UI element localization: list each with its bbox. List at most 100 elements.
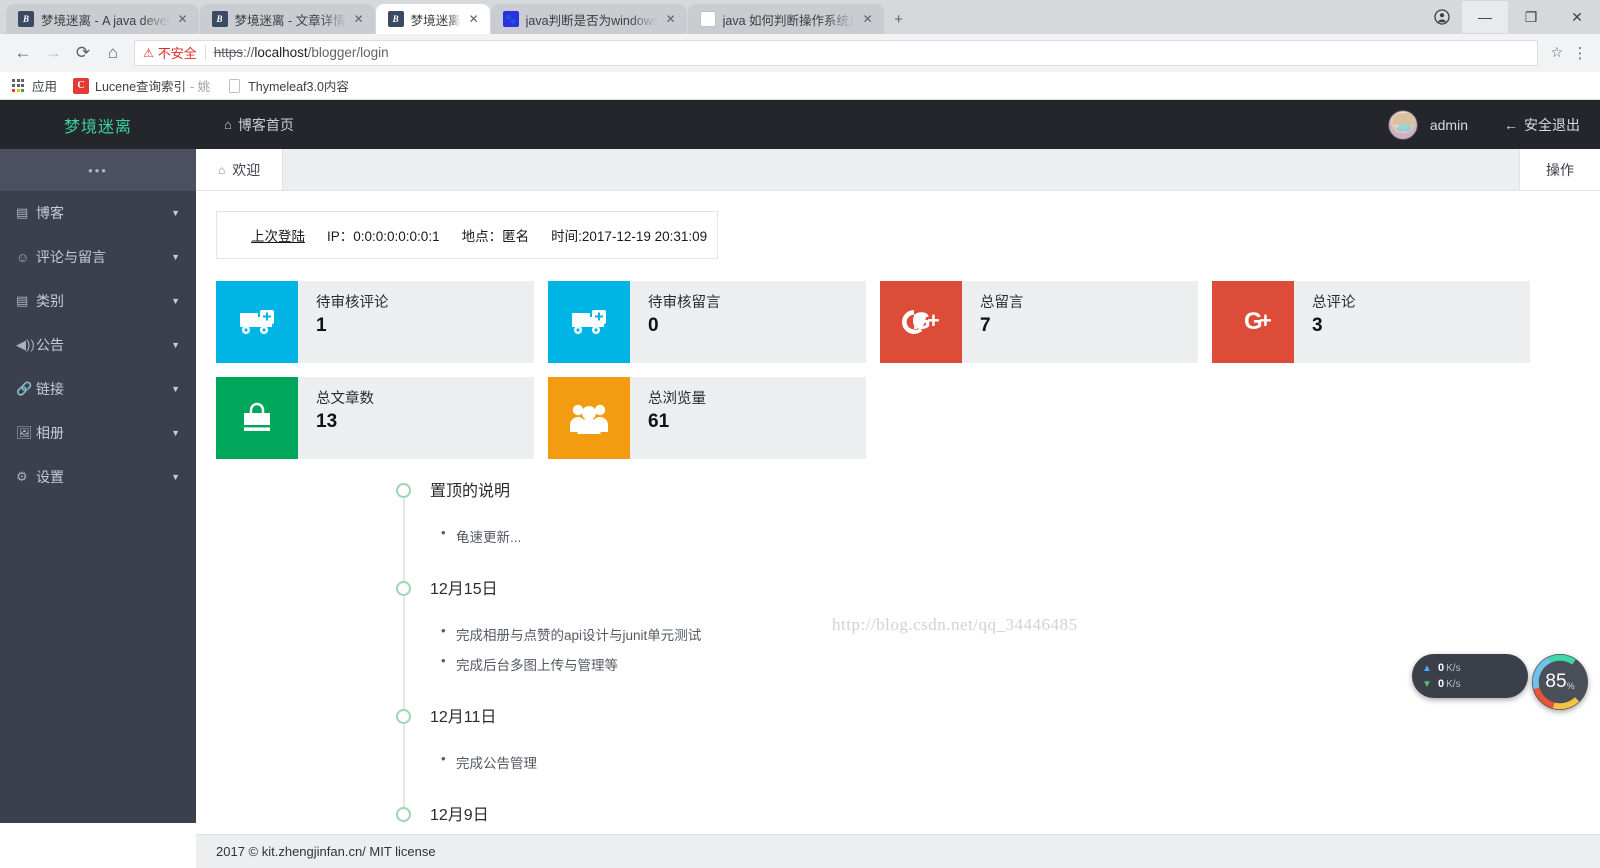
address-bar[interactable]: ⚠ 不安全 https://localhost/blogger/login: [134, 39, 1539, 66]
stat-card-value: 0: [648, 314, 659, 336]
blog-favicon-icon: B: [387, 11, 404, 27]
stat-card-pending-comments[interactable]: 待审核评论 1: [216, 281, 534, 363]
page-footer: 2017 © kit.zhengjinfan.cn/ MIT license: [196, 834, 1600, 868]
sidebar: ••• ▤ 博客 ▼ ☺ 评论与留言 ▼ ▤ 类别 ▼ ◀)) 公告 ▼ 🔗 链…: [0, 149, 196, 823]
content-scroll-area[interactable]: 上次登陆 IP：0:0:0:0:0:0:0:1 地点：匿名 时间:2017-12…: [196, 191, 1600, 823]
sidebar-item-category[interactable]: ▤ 类别 ▼: [0, 279, 196, 323]
timeline-heading: 12月9日: [430, 807, 489, 823]
list-item: 龟速更新...: [441, 521, 1600, 551]
tab-close-icon[interactable]: ✕: [351, 11, 367, 27]
bookmarks-bar: 应用 C Lucene查询索引 - 姚 Thymeleaf3.0内容: [0, 72, 1600, 100]
timeline-item: 12月9日 富文本加载初始化信息有bug: [396, 801, 1600, 823]
bookmark-star-icon[interactable]: ☆: [1545, 44, 1568, 61]
last-login-bar: 上次登陆 IP：0:0:0:0:0:0:0:1 地点：匿名 时间:2017-12…: [216, 211, 718, 259]
list-item: 完成相册与点赞的api设计与junit单元测试: [441, 619, 1600, 649]
tab-close-icon[interactable]: ✕: [860, 11, 876, 27]
stat-card-body: 待审核留言 0: [630, 281, 721, 363]
url-scheme: https: [213, 45, 244, 60]
window-close-button[interactable]: ✕: [1554, 1, 1600, 33]
sidebar-collapse-toggle[interactable]: •••: [0, 149, 196, 191]
window-maximize-button[interactable]: ❐: [1508, 1, 1554, 33]
tab-label: 欢迎: [232, 161, 261, 178]
sidebar-item-label: 链接: [36, 381, 64, 397]
warning-triangle-icon: ⚠: [143, 45, 154, 60]
window-minimize-button[interactable]: —: [1462, 1, 1508, 33]
network-speed-widget[interactable]: ▲ 0 K/s ▼ 0 K/s: [1412, 654, 1528, 698]
profile-icon[interactable]: [1422, 1, 1462, 33]
browser-tab[interactable]: 🐾 java判断是否为windows ✕: [490, 4, 687, 34]
stat-card-total-articles[interactable]: 总文章数 13: [216, 377, 534, 459]
arrow-down-icon: ▼: [1422, 678, 1432, 690]
tab-welcome[interactable]: ⌂ 欢迎: [196, 149, 284, 190]
tab-title: java判断是否为windows: [525, 13, 658, 28]
clipboard-icon: ▤: [16, 205, 29, 220]
bookmark-label: Lucene查询索引: [95, 80, 187, 94]
timeline-entry-list: 龟速更新...: [430, 511, 1600, 575]
stat-card-total-messages[interactable]: G + 总留言 7: [880, 281, 1198, 363]
sidebar-item-links[interactable]: 🔗 链接 ▼: [0, 367, 196, 411]
stat-card-value: 3: [1312, 314, 1323, 336]
stat-card-total-comments[interactable]: G + 总评论 3: [1212, 281, 1530, 363]
security-warning[interactable]: ⚠ 不安全: [143, 43, 197, 62]
browser-tab[interactable]: B 梦境迷离 - 文章详情 ✕: [199, 4, 375, 34]
chevron-down-icon: ▼: [171, 384, 180, 394]
security-label: 不安全: [157, 46, 197, 61]
sidebar-item-label: 博客: [36, 205, 64, 221]
timeline-item: 置顶的说明 龟速更新...: [396, 477, 1600, 575]
link-icon: 🔗: [16, 381, 33, 396]
stat-card-body: 总浏览量 61: [630, 377, 706, 459]
operations-button[interactable]: 操作: [1519, 149, 1600, 190]
document-icon: [226, 78, 242, 94]
bookmark-apps[interactable]: 应用: [10, 76, 57, 95]
sidebar-item-settings[interactable]: ⚙ 设置 ▼: [0, 455, 196, 499]
gauge-unit: %: [1566, 680, 1575, 691]
app-body: ••• ▤ 博客 ▼ ☺ 评论与留言 ▼ ▤ 类别 ▼ ◀)) 公告 ▼ 🔗 链…: [0, 149, 1600, 823]
browser-tab[interactable]: B 梦境迷离 - A java devel ✕: [6, 4, 199, 34]
username-label[interactable]: admin: [1430, 117, 1468, 133]
ambulance-icon: [548, 281, 630, 363]
stat-card-pending-messages[interactable]: 待审核留言 0: [548, 281, 866, 363]
chevron-down-icon: ▼: [171, 296, 180, 306]
cpu-usage-gauge[interactable]: 85 %: [1532, 654, 1588, 710]
stat-card-body: 总文章数 13: [298, 377, 374, 459]
tab-close-icon[interactable]: ✕: [175, 11, 191, 27]
sidebar-item-blog[interactable]: ▤ 博客 ▼: [0, 191, 196, 235]
bookmark-thymeleaf[interactable]: Thymeleaf3.0内容: [226, 76, 349, 95]
sidebar-item-comments[interactable]: ☺ 评论与留言 ▼: [0, 235, 196, 279]
header-nav-blog-home[interactable]: ⌂ 博客首页: [224, 115, 294, 135]
logout-button[interactable]: ← 安全退出: [1504, 115, 1580, 135]
home-button[interactable]: ⌂: [98, 38, 128, 68]
sidebar-item-announcement[interactable]: ◀)) 公告 ▼: [0, 323, 196, 367]
stat-card-title: 待审核评论: [316, 295, 389, 311]
sidebar-item-album[interactable]: 🖼 相册 ▼: [0, 411, 196, 455]
app-brand[interactable]: 梦境迷离: [0, 113, 196, 137]
url-host: localhost: [254, 45, 308, 60]
megaphone-icon: ◀)): [16, 337, 35, 352]
browser-tab-active[interactable]: B 梦境迷离 ✕: [375, 4, 490, 34]
avatar[interactable]: [1387, 109, 1418, 140]
timeline-heading: 12月11日: [430, 709, 497, 726]
upload-speed-unit: K/s: [1446, 662, 1461, 674]
browser-tab[interactable]: 9 java 如何判断操作系统是 ✕: [687, 4, 884, 34]
content-tabbar: ⌂ 欢迎 操作: [196, 149, 1600, 191]
chevron-down-icon: ▼: [171, 252, 180, 262]
chevron-down-icon: ▼: [171, 340, 180, 350]
tab-title: 梦境迷离: [410, 13, 461, 28]
forward-button[interactable]: →: [38, 38, 68, 68]
tab-title: 梦境迷离 - 文章详情: [234, 13, 346, 28]
new-tab-button[interactable]: +: [885, 4, 913, 34]
gear-icon: ⚙: [16, 469, 28, 484]
logout-label: 安全退出: [1524, 116, 1580, 133]
reload-button[interactable]: ⟳: [68, 38, 98, 68]
tab-close-icon[interactable]: ✕: [663, 11, 679, 27]
browser-menu-icon[interactable]: ⋮: [1568, 44, 1592, 62]
stat-card-title: 总文章数: [316, 391, 374, 407]
timeline-dot-icon: [396, 483, 411, 498]
bookmark-label: Thymeleaf3.0内容: [248, 80, 349, 94]
browser-titlebar: B 梦境迷离 - A java devel ✕ B 梦境迷离 - 文章详情 ✕ …: [0, 0, 1600, 34]
stat-card-total-views[interactable]: 总浏览量 61: [548, 377, 866, 459]
bookmark-lucene[interactable]: C Lucene查询索引 - 姚: [73, 76, 210, 95]
list-item: 完成公告管理: [441, 747, 1600, 777]
back-button[interactable]: ←: [8, 38, 38, 68]
tab-close-icon[interactable]: ✕: [466, 11, 482, 27]
